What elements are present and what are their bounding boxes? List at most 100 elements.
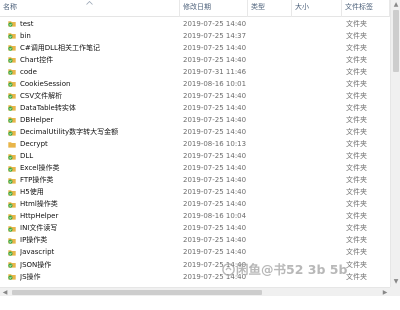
file-row[interactable]: IP操作类 2019-07-25 14:40 文件夹 — [0, 235, 390, 245]
file-row[interactable]: test 2019-07-25 14:40 文件夹 — [0, 19, 390, 29]
file-name: C#调用DLL相关工作笔记 — [20, 43, 100, 52]
column-header-tags[interactable]: 文件标签 — [342, 0, 390, 17]
file-modified-date: 2019-08-16 10:13 — [183, 140, 247, 148]
file-modified-date: 2019-07-25 14:40 — [183, 164, 247, 173]
file-row[interactable]: Excel操作类 2019-07-25 14:40 文件夹 — [0, 163, 390, 173]
folder-sync-icon — [8, 202, 16, 208]
file-modified-date: 2019-07-25 14:40 — [183, 224, 247, 233]
column-header-type[interactable]: 类型 — [248, 0, 292, 17]
file-modified-date: 2019-07-25 14:40 — [183, 188, 247, 197]
folder-sync-icon — [8, 45, 16, 51]
folder-sync-icon — [8, 81, 16, 88]
file-modified-date: 2019-08-16 10:04 — [183, 212, 247, 221]
column-header-size[interactable]: 大小 — [292, 0, 342, 17]
file-modified-date: 2019-07-25 14:40 — [183, 91, 247, 100]
file-type: 文件夹 — [346, 31, 367, 40]
folder-sync-icon — [8, 153, 16, 160]
folder-sync-icon — [8, 165, 16, 172]
watermark-text: 闲鱼@书52 3b 5b — [236, 262, 348, 277]
column-header-name[interactable]: 名称 — [0, 0, 180, 17]
file-type: 文件夹 — [346, 19, 367, 28]
folder-sync-icon — [8, 238, 16, 244]
horizontal-scroll-thumb[interactable] — [12, 290, 262, 295]
file-type: 文件夹 — [346, 188, 367, 197]
file-row[interactable]: DecimalUtility数字转大写金额 2019-07-25 14:40 文件夹 — [0, 127, 390, 137]
column-name-label: 名称 — [3, 3, 17, 11]
file-name: CSV文件解析 — [20, 91, 63, 100]
file-modified-date: 2019-07-25 14:40 — [183, 19, 247, 28]
sort-ascending-icon — [86, 1, 93, 5]
file-type: 文件夹 — [346, 200, 367, 209]
folder-sync-icon — [8, 129, 16, 136]
file-type: 文件夹 — [346, 43, 367, 52]
file-row[interactable]: C#调用DLL相关工作笔记 2019-07-25 14:40 文件夹 — [0, 43, 390, 53]
file-row[interactable]: code 2019-07-31 11:46 文件夹 — [0, 67, 390, 77]
file-name: JS操作 — [20, 272, 41, 281]
file-row[interactable]: bin 2019-07-25 14:37 文件夹 — [0, 31, 390, 41]
folder-sync-icon — [8, 93, 16, 100]
folder-sync-icon — [8, 21, 16, 27]
file-modified-date: 2019-08-16 10:01 — [183, 79, 247, 88]
file-name: JSON操作 — [20, 260, 52, 269]
file-row[interactable]: Javascript 2019-07-25 14:40 文件夹 — [0, 247, 390, 257]
file-modified-date: 2019-07-25 14:40 — [183, 103, 247, 112]
column-size-label: 大小 — [295, 3, 309, 11]
file-type: 文件夹 — [346, 91, 367, 100]
file-row[interactable]: Html操作类 2019-07-25 14:40 文件夹 — [0, 199, 390, 209]
folder-sync-icon — [8, 105, 16, 112]
folder-sync-icon — [8, 177, 16, 184]
watermark-logo-icon — [222, 263, 235, 276]
file-name: Chart控件 — [20, 55, 54, 64]
column-header-bar: 名称 修改日期 类型 大小 文件标签 — [0, 0, 390, 17]
file-type: 文件夹 — [346, 140, 367, 148]
file-name: INI文件读写 — [20, 224, 58, 233]
file-type: 文件夹 — [346, 224, 367, 233]
file-modified-date: 2019-07-31 11:46 — [183, 67, 247, 76]
folder-sync-icon — [8, 57, 16, 63]
file-name: Javascript — [20, 248, 55, 257]
file-type: 文件夹 — [346, 152, 367, 161]
file-row[interactable]: DataTable转实体 2019-07-25 14:40 文件夹 — [0, 103, 390, 113]
file-row[interactable]: Decrypt 2019-08-16 10:13 文件夹 — [0, 139, 390, 149]
file-row[interactable]: INI文件读写 2019-07-25 14:40 文件夹 — [0, 223, 390, 233]
scroll-up-icon[interactable]: ▲ — [393, 1, 399, 9]
horizontal-scrollbar[interactable]: ◀ ▶ — [0, 287, 390, 296]
folder-sync-icon — [8, 189, 16, 196]
file-type: 文件夹 — [346, 115, 367, 124]
file-row[interactable]: Chart控件 2019-07-25 14:40 文件夹 — [0, 55, 390, 65]
folder-sync-icon — [8, 274, 16, 280]
folder-sync-icon — [8, 214, 16, 220]
file-type: 文件夹 — [346, 127, 367, 136]
file-row[interactable]: DBHelper 2019-07-25 14:40 文件夹 — [0, 115, 390, 125]
file-row[interactable]: FTP操作类 2019-07-25 14:40 文件夹 — [0, 175, 390, 185]
file-type: 文件夹 — [346, 164, 367, 173]
file-modified-date: 2019-07-25 14:40 — [183, 43, 247, 52]
vertical-scrollbar[interactable]: ▲ ▼ — [390, 0, 400, 287]
file-row[interactable]: H5使用 2019-07-25 14:40 文件夹 — [0, 187, 390, 197]
column-header-date[interactable]: 修改日期 — [180, 0, 248, 17]
column-tags-label: 文件标签 — [345, 3, 373, 11]
folder-sync-icon — [8, 117, 16, 124]
file-name: DecimalUtility数字转大写金额 — [20, 127, 119, 136]
file-name: DBHelper — [20, 115, 54, 124]
file-name: test — [20, 19, 34, 28]
folder-sync-icon — [8, 250, 16, 256]
file-row[interactable]: CSV文件解析 2019-07-25 14:40 文件夹 — [0, 91, 390, 101]
file-name: H5使用 — [20, 188, 44, 197]
column-date-label: 修改日期 — [183, 3, 211, 11]
vertical-scroll-thumb[interactable] — [393, 10, 399, 72]
file-row[interactable]: DLL 2019-07-25 14:40 文件夹 — [0, 151, 390, 161]
file-name: HttpHelper — [20, 212, 59, 221]
file-row[interactable]: HttpHelper 2019-08-16 10:04 文件夹 — [0, 211, 390, 221]
file-modified-date: 2019-07-25 14:40 — [183, 127, 247, 136]
file-name: DLL — [20, 152, 34, 161]
file-row[interactable]: CookieSession 2019-08-16 10:01 文件夹 — [0, 79, 390, 89]
folder-sync-icon — [8, 226, 16, 232]
file-name: Excel操作类 — [20, 164, 60, 173]
file-name: CookieSession — [20, 79, 71, 88]
file-modified-date: 2019-07-25 14:40 — [183, 115, 247, 124]
status-area — [0, 296, 400, 310]
file-type: 文件夹 — [346, 103, 367, 112]
file-type: 文件夹 — [346, 55, 367, 64]
file-name: DataTable转实体 — [20, 103, 76, 112]
